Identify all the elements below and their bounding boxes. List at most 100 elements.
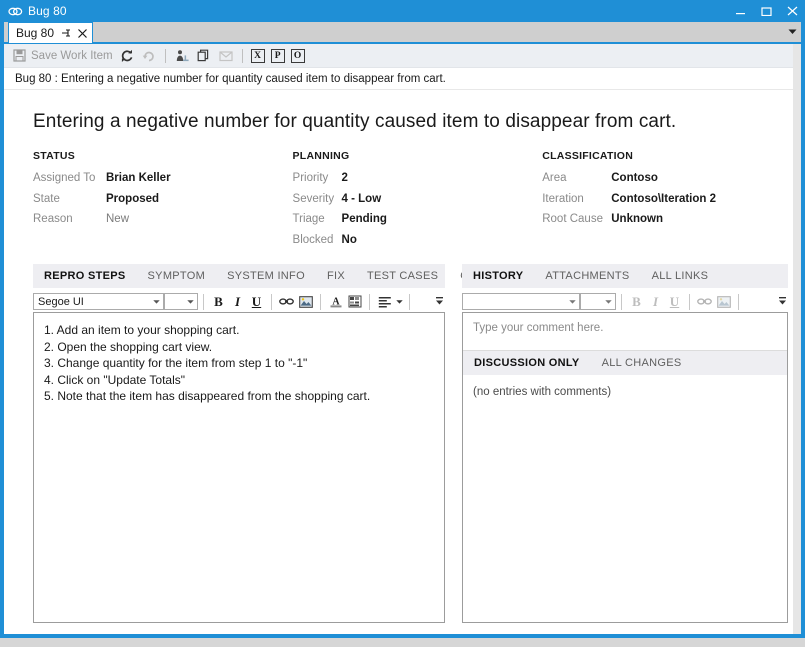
field-state[interactable]: State Proposed — [33, 189, 293, 210]
tab-repro-steps[interactable]: REPRO STEPS — [33, 264, 137, 288]
boxed-o-button[interactable]: O — [288, 45, 308, 67]
font-color-icon[interactable]: A — [326, 292, 345, 311]
field-root-cause[interactable]: Root Cause Unknown — [542, 209, 788, 230]
undo-arrow-icon — [141, 48, 157, 64]
refresh-button[interactable] — [116, 45, 138, 67]
field-label: Blocked — [292, 233, 334, 246]
boxed-x-button[interactable]: X — [248, 45, 268, 67]
left-editor-toolbar: Segoe UI B I U A — [33, 288, 445, 312]
font-name-select[interactable]: Segoe UI — [33, 293, 164, 310]
pin-icon[interactable] — [61, 28, 71, 38]
copy-button[interactable] — [193, 45, 215, 67]
field-label: Reason — [33, 213, 73, 225]
image-icon[interactable] — [296, 292, 315, 311]
right-editor-toolbar: B I U — [462, 288, 788, 312]
minimize-icon[interactable] — [727, 1, 753, 21]
field-triage[interactable]: Triage Pending — [293, 209, 543, 230]
field-label: State — [33, 192, 60, 205]
bold-button[interactable]: B — [209, 292, 228, 311]
underline-button[interactable]: U — [665, 292, 684, 311]
tab-history[interactable]: HISTORY — [462, 264, 534, 288]
highlight-icon[interactable] — [345, 292, 364, 311]
group-heading-planning: PLANNING — [292, 150, 350, 162]
editor-separator — [320, 293, 321, 310]
font-name-select[interactable] — [462, 293, 580, 310]
field-iteration[interactable]: Iteration Contoso\Iteration 2 — [542, 189, 788, 210]
align-left-icon[interactable] — [375, 292, 394, 311]
right-pane-tabbar: HISTORY ATTACHMENTS ALL LINKS — [462, 264, 788, 288]
discussion-tabbar: DISCUSSION ONLY ALL CHANGES — [463, 351, 787, 375]
field-groups: STATUS Assigned To Brian Keller State Pr… — [33, 150, 788, 250]
field-blocked[interactable]: Blocked No — [293, 230, 543, 251]
tab-discussion-only[interactable]: DISCUSSION ONLY — [463, 351, 591, 375]
link-icon[interactable] — [695, 292, 714, 311]
editor-separator — [271, 293, 272, 310]
chevron-down-icon — [150, 294, 163, 309]
field-value: No — [341, 233, 357, 246]
field-value: 4 - Low — [341, 192, 382, 205]
link-person-button[interactable] — [171, 45, 193, 67]
field-reason[interactable]: Reason New — [33, 209, 293, 230]
toolbar-separator — [164, 48, 166, 63]
list-item: 4. Click on "Update Totals" — [44, 372, 186, 387]
window-title: Bug 80 — [28, 4, 67, 18]
repro-steps-editor[interactable]: 1. Add an item to your shopping cart. 2.… — [33, 312, 445, 623]
save-work-item-button[interactable]: Save Work Item — [8, 45, 116, 67]
align-dropdown-chevron-down-icon[interactable] — [394, 292, 404, 311]
email-button[interactable] — [215, 45, 237, 67]
tab-symptom[interactable]: SYMPTOM — [137, 264, 217, 288]
document-tab-label: Bug 80 — [16, 26, 55, 40]
field-assigned-to[interactable]: Assigned To Brian Keller — [33, 168, 293, 189]
editor-separator — [621, 293, 622, 310]
tab-fix[interactable]: FIX — [316, 264, 356, 288]
field-label: Iteration — [542, 192, 584, 205]
undo-button[interactable] — [138, 45, 160, 67]
client-area: Bug 80 Save Work Item X P O Bug 80: Ent… — [4, 22, 801, 634]
page-scrollbar-track[interactable] — [793, 44, 801, 634]
document-tab-bug-80[interactable]: Bug 80 — [8, 22, 94, 43]
font-size-select[interactable] — [164, 293, 198, 310]
editor-separator — [369, 293, 370, 310]
bold-button[interactable]: B — [627, 292, 646, 311]
field-priority[interactable]: Priority 2 — [293, 168, 543, 189]
link-icon[interactable] — [277, 292, 296, 311]
field-label: Area — [542, 172, 567, 184]
chevron-down-icon[interactable] — [783, 22, 801, 42]
comment-input[interactable]: Type your comment here. — [463, 313, 787, 351]
toolbar-overflow-icon[interactable] — [433, 291, 445, 313]
tab-all-changes[interactable]: ALL CHANGES — [591, 351, 693, 375]
image-icon[interactable] — [714, 292, 733, 311]
italic-button[interactable]: I — [646, 292, 665, 311]
copy-icon — [196, 48, 212, 64]
tab-system-info[interactable]: SYSTEM INFO — [216, 264, 316, 288]
maximize-icon[interactable] — [753, 1, 779, 21]
field-value: Proposed — [106, 192, 160, 205]
command-toolbar: Save Work Item X P O — [4, 44, 801, 68]
detail-panes: REPRO STEPS SYMPTOM SYSTEM INFO FIX TEST… — [33, 264, 788, 634]
title-bar: Bug 80 — [0, 0, 805, 22]
group-heading-classification: CLASSIFICATION — [542, 150, 634, 162]
tab-all-links[interactable]: ALL LINKS — [641, 264, 720, 288]
field-label: Triage — [292, 213, 325, 225]
tab-test-cases[interactable]: TEST CASES — [356, 264, 449, 288]
work-item-breadcrumb: Bug 80 : Entering a negative number for … — [4, 68, 801, 90]
history-panel: Type your comment here. DISCUSSION ONLY … — [462, 312, 788, 623]
editor-separator — [203, 293, 204, 310]
field-area[interactable]: Area Contoso — [542, 168, 788, 189]
boxed-p-button[interactable]: P — [268, 45, 288, 67]
italic-button[interactable]: I — [228, 292, 247, 311]
tab-attachments[interactable]: ATTACHMENTS — [534, 264, 640, 288]
close-icon[interactable] — [779, 1, 805, 21]
toolbar-overflow-icon[interactable] — [776, 291, 788, 313]
editor-separator — [738, 293, 739, 310]
discussion-empty-message: (no entries with comments) — [473, 386, 612, 398]
underline-button[interactable]: U — [247, 292, 266, 311]
font-size-select[interactable] — [580, 293, 616, 310]
field-value: Contoso — [611, 172, 658, 184]
field-severity[interactable]: Severity 4 - Low — [293, 189, 543, 210]
close-icon[interactable] — [78, 28, 87, 38]
field-group-planning: PLANNING Priority 2 Severity 4 - Low Tri… — [293, 150, 543, 250]
list-item: 5. Note that the item has disappeared fr… — [44, 389, 371, 403]
chevron-down-icon — [184, 294, 197, 309]
field-value: 2 — [341, 172, 348, 184]
